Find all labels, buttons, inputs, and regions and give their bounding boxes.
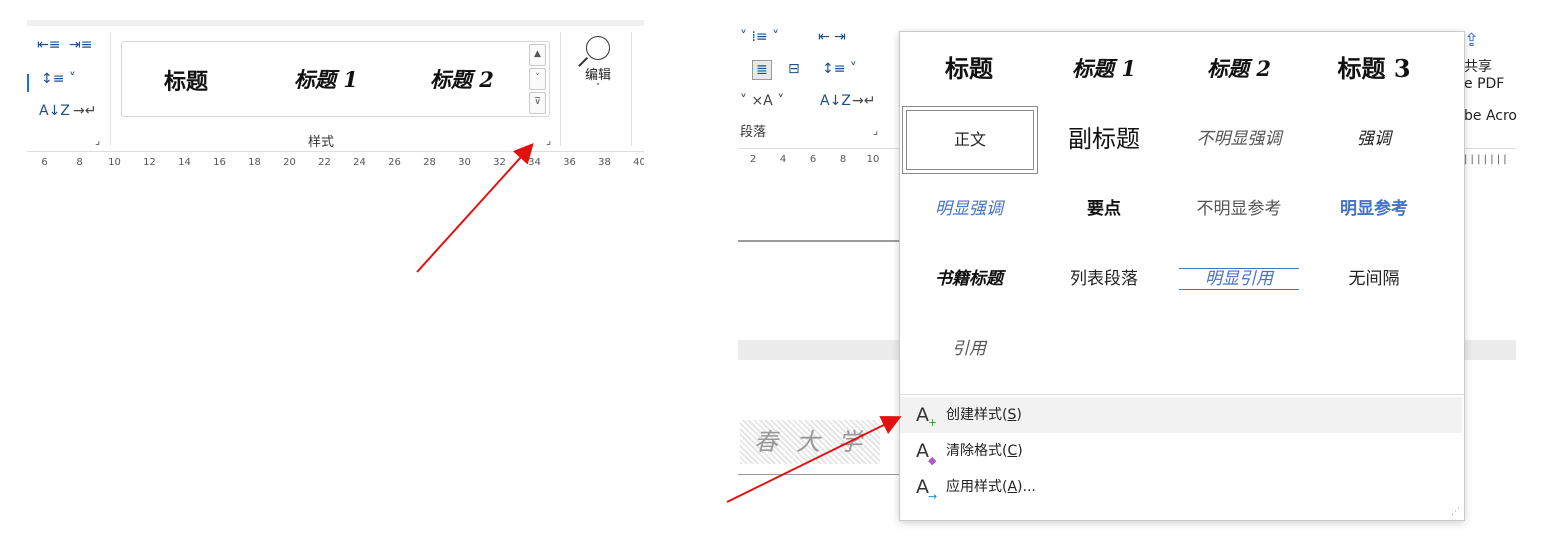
align-justify-icon[interactable]: ≣: [752, 60, 772, 80]
acrobat-label[interactable]: be Acro: [1464, 108, 1518, 124]
horizontal-ruler[interactable]: 6 8 10 12 14 16 18 20 22 24 26 28 30 32 34 36 38 40: [27, 151, 644, 174]
page-gap: [1464, 340, 1516, 360]
ruler-tick: 36: [563, 157, 576, 168]
style-book-title[interactable]: 书籍标题: [902, 246, 1036, 312]
ruler-tick: 40: [633, 157, 644, 168]
ruler-tick: 22: [318, 157, 331, 168]
styles-group-label: 样式: [308, 135, 335, 150]
line-spacing-icon[interactable]: ↕≡ ˅: [41, 72, 76, 86]
styles-launcher-icon[interactable]: ⌟: [546, 134, 551, 147]
increase-indent-icon[interactable]: ⇥≡: [69, 38, 92, 52]
style-heading1[interactable]: 标题 1: [1037, 36, 1171, 102]
ruler-tick: 30: [458, 157, 471, 168]
styles-dropdown: 标题 标题 1 标题 2 标题 3 正文 副标题 不明显强调 强调 明显强调 要…: [899, 31, 1465, 521]
ruler-tick: 32: [493, 157, 506, 168]
gallery-scroll-down-button[interactable]: ˅: [529, 68, 546, 90]
ruler-tick: 10: [866, 154, 880, 165]
ruler-tick: 12: [143, 157, 156, 168]
style-intense-quote[interactable]: 明显引用: [1172, 246, 1306, 312]
ruler-tick: 28: [423, 157, 436, 168]
style-no-spacing[interactable]: 无间隔: [1307, 246, 1441, 312]
decrease-indent-icon[interactable]: ⇤≡: [37, 38, 60, 52]
ruler-tick: 24: [353, 157, 366, 168]
style-subtle-reference[interactable]: 不明显参考: [1172, 176, 1306, 242]
apply-style-label: 应用样式(A)...: [946, 479, 1036, 495]
document-seal-text: 春大学: [740, 420, 880, 464]
style-emphasis[interactable]: 强调: [1307, 106, 1441, 172]
paragraph-launcher-icon[interactable]: ⌟: [873, 124, 878, 137]
gallery-style-heading2[interactable]: 标题 2: [430, 64, 494, 94]
gallery-scroll-up-button[interactable]: ▲: [529, 44, 546, 66]
share-area[interactable]: ⇪ 共享 e PDF be Acro: [1464, 30, 1518, 140]
style-normal[interactable]: 正文: [902, 106, 1038, 174]
style-intense-emphasis[interactable]: 明显强调: [902, 176, 1036, 242]
ruler-tick: 6: [809, 154, 817, 165]
style-intense-reference[interactable]: 明显参考: [1307, 176, 1441, 242]
ruler-tick: 4: [779, 154, 787, 165]
style-heading3[interactable]: 标题 3: [1307, 36, 1441, 102]
separator: [631, 32, 632, 146]
ruler-tick: 8: [839, 154, 847, 165]
ruler-tick: 26: [388, 157, 401, 168]
create-style-label: 创建样式(S): [946, 407, 1022, 423]
resize-grip-icon[interactable]: ⋰: [1451, 507, 1460, 517]
paragraph-launcher-icon[interactable]: ⌟: [95, 134, 100, 147]
edit-button[interactable]: 编辑 ˅: [574, 34, 622, 114]
gallery-style-heading1[interactable]: 标题 1: [294, 64, 358, 94]
ruler-tick: 2: [749, 154, 757, 165]
show-marks-icon[interactable]: →↵: [852, 94, 875, 108]
document-rule: [738, 240, 900, 242]
list-icon[interactable]: ˅ ⁞≡ ˅: [740, 30, 779, 44]
document-rule: [738, 474, 900, 475]
asian-layout-icon[interactable]: ˅ ⨯A ˅: [740, 94, 784, 108]
ruler-tick: 6: [41, 157, 48, 168]
page-gap: [738, 340, 900, 360]
separator: [110, 32, 111, 146]
style-strong[interactable]: 要点: [1037, 176, 1171, 242]
line-spacing-icon[interactable]: ↕≡ ˅: [822, 62, 857, 76]
style-heading2[interactable]: 标题 2: [1172, 36, 1306, 102]
horizontal-ruler[interactable]: 2 4 6 8 10: [738, 148, 900, 171]
distribute-icon[interactable]: ⊟: [788, 62, 800, 76]
ruler-tick: 10: [108, 157, 121, 168]
clear-format-menu-item[interactable]: A ◆ 清除格式(C): [900, 433, 1462, 469]
ruler-tick: 18: [248, 157, 261, 168]
gallery-style-title[interactable]: 标题: [164, 64, 208, 96]
apply-style-menu-item[interactable]: A → 应用样式(A)...: [900, 469, 1462, 505]
separator: [560, 32, 561, 146]
horizontal-ruler-right[interactable]: | | | | | | |: [1464, 148, 1516, 171]
search-icon: [586, 36, 610, 60]
selection-marker: [27, 74, 29, 92]
style-gallery[interactable]: 标题 标题 1 标题 2 ▲ ˅ ⊽: [121, 41, 550, 117]
share-icon[interactable]: ⇪: [1464, 30, 1518, 56]
pdf-label[interactable]: e PDF: [1464, 76, 1518, 92]
clear-format-label: 清除格式(C): [946, 443, 1023, 459]
style-subtle-emphasis[interactable]: 不明显强调: [1172, 106, 1306, 172]
ruler-tick: 16: [213, 157, 226, 168]
style-subtitle[interactable]: 副标题: [1037, 106, 1171, 172]
style-title[interactable]: 标题: [902, 36, 1036, 102]
ruler-tick: 34: [528, 157, 541, 168]
style-intense-quote-label: 明显引用: [1179, 268, 1299, 290]
ruler-tick: 20: [283, 157, 296, 168]
menu-divider: [900, 394, 1464, 395]
ruler-tick: 38: [598, 157, 611, 168]
ruler-tick: 8: [76, 157, 83, 168]
style-list-paragraph[interactable]: 列表段落: [1037, 246, 1171, 312]
gallery-more-button[interactable]: ⊽: [529, 92, 546, 114]
show-marks-icon[interactable]: →↵: [73, 104, 96, 118]
edit-label: 编辑: [584, 68, 611, 83]
chevron-down-icon: ˅: [595, 83, 601, 93]
sort-icon[interactable]: A↓Z: [820, 94, 851, 108]
indent-icons[interactable]: ⇤ ⇥: [818, 30, 846, 44]
arrow-right-icon: →: [928, 490, 938, 503]
sort-icon[interactable]: A↓Z: [39, 104, 70, 118]
share-label[interactable]: 共享: [1464, 56, 1518, 76]
paragraph-group-label: 段落: [740, 125, 767, 140]
style-quote[interactable]: 引用: [902, 316, 1036, 382]
ruler-tick: 14: [178, 157, 191, 168]
create-style-menu-item[interactable]: A + 创建样式(S): [900, 397, 1462, 433]
